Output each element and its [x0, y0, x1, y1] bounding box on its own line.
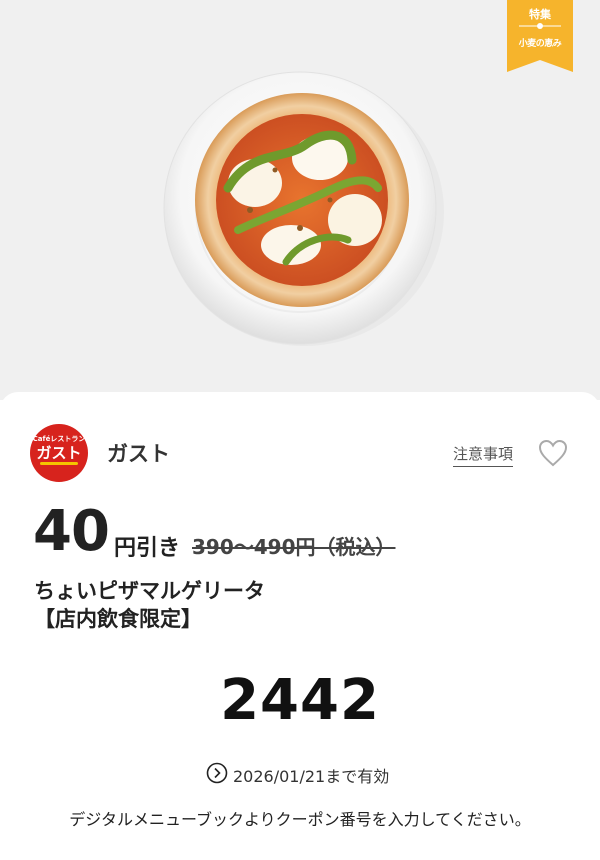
feature-ribbon: 特集 小麦の恵み — [507, 0, 573, 72]
original-price: 390〜490円（税込） — [192, 535, 396, 559]
chevron-circle-icon — [206, 762, 228, 784]
discount-value: 40 — [33, 499, 110, 564]
logo-main-text: ガスト — [36, 444, 82, 462]
notes-link[interactable]: 注意事項 — [453, 443, 514, 467]
ribbon-bottom-label: 小麦の恵み — [518, 39, 562, 49]
ribbon-dot — [537, 23, 543, 29]
coupon-page: 特集 小麦の恵み Caféレストラン ガスト ガスト 注意事項 40 円引き 3… — [0, 0, 600, 860]
brand-name: ガスト — [107, 442, 170, 466]
coupon-code: 2442 — [220, 668, 380, 733]
discount-unit: 円引き — [114, 536, 181, 561]
item-restriction: 【店内飲食限定】 — [34, 607, 202, 631]
brand-logo: Caféレストラン ガスト — [30, 424, 88, 482]
expiry-text: 2026/01/21まで有効 — [233, 767, 390, 786]
item-name: ちょいピザマルゲリータ — [34, 579, 265, 603]
favorite-heart-icon[interactable] — [537, 438, 569, 468]
hero-image: 特集 小麦の恵み — [0, 0, 600, 400]
instruction-text: デジタルメニューブックよりクーポン番号を入力してください。 — [69, 810, 531, 829]
ribbon-top-label: 特集 — [529, 8, 551, 21]
logo-bar — [40, 462, 78, 465]
